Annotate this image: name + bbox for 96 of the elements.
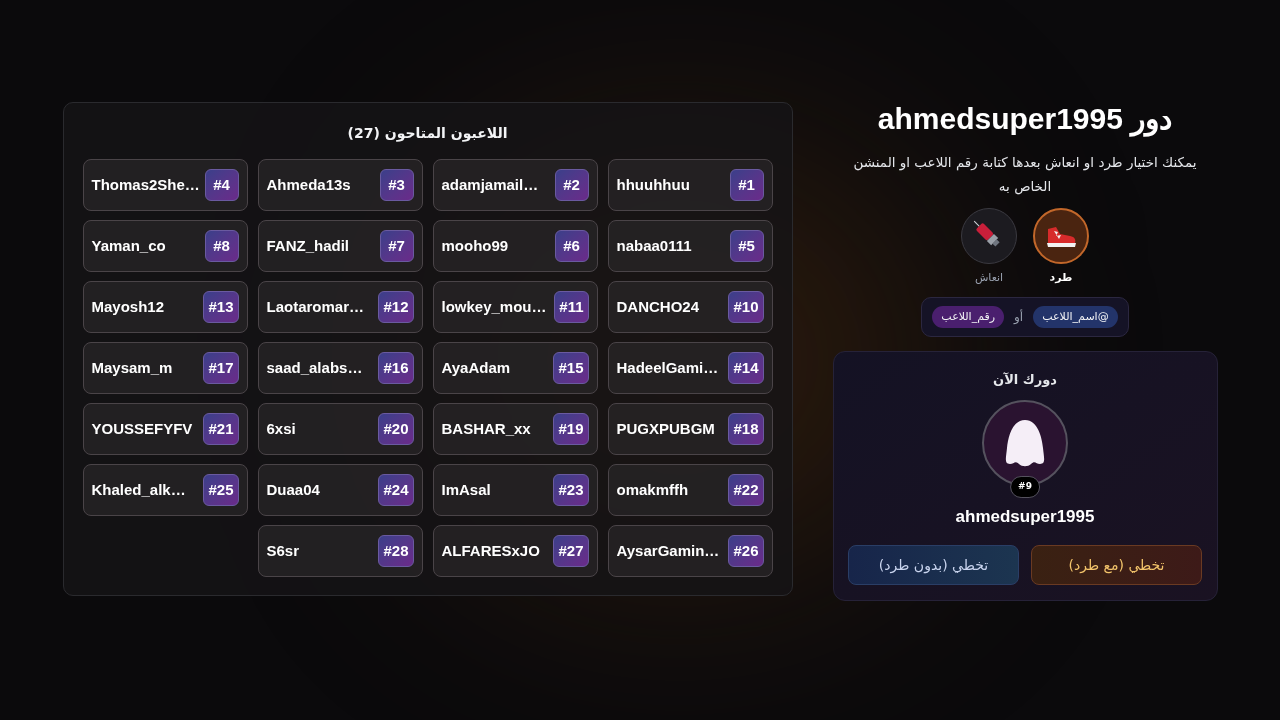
player-name: PUGXPUBGM — [616, 418, 715, 439]
player-card[interactable]: Mayosh12 #13 — [82, 281, 248, 333]
current-turn-heading: دورك الآن — [993, 371, 1057, 389]
player-number-badge: #11 — [554, 291, 589, 323]
player-card[interactable]: AysarGamin… #26 — [607, 525, 773, 577]
player-name: hhuuhhuu — [616, 174, 690, 195]
player-number-badge: #21 — [203, 413, 239, 445]
option-label: انعاش — [974, 270, 1004, 286]
player-card[interactable]: nabaa0111 #5 — [607, 220, 773, 272]
player-number-badge: #23 — [553, 474, 589, 506]
current-player-name: ahmedsuper1995 — [955, 505, 1095, 528]
player-card[interactable]: HadeelGami… #14 — [607, 342, 773, 394]
player-card[interactable]: ALFARESxJO #27 — [432, 525, 598, 577]
panel-title: اللاعبون المتاحون (27) — [347, 124, 508, 144]
player-card[interactable]: 6xsi #20 — [257, 403, 423, 455]
player-name: Mayosh12 — [91, 296, 165, 317]
player-number-badge: #6 — [554, 230, 589, 262]
player-name: ALFARESxJO — [441, 540, 540, 561]
player-card[interactable]: BASHAR_xx #19 — [432, 403, 598, 455]
player-card[interactable]: omakmffh #22 — [607, 464, 773, 516]
player-number-badge: #17 — [203, 352, 239, 384]
player-number-badge: #26 — [728, 535, 764, 567]
player-name: ImAsal — [441, 479, 491, 500]
player-number-badge: #28 — [378, 535, 414, 567]
mention-chip: @اسم_اللاعب — [1033, 305, 1118, 328]
player-card[interactable]: FANZ_hadil #7 — [257, 220, 423, 272]
player-number-badge: #9 — [1010, 476, 1040, 498]
player-name: omakmffh — [616, 479, 689, 500]
player-number-badge: #1 — [729, 169, 764, 201]
player-number-badge: #12 — [378, 291, 414, 323]
player-name: FANZ_hadil — [266, 235, 349, 256]
player-number-badge: #24 — [378, 474, 414, 506]
player-card[interactable]: DANCHO24 #10 — [607, 281, 773, 333]
separator-text: أو — [1014, 308, 1024, 326]
player-name: Maysam_m — [91, 357, 173, 378]
player-name: lowkey_mou… — [441, 296, 547, 317]
player-name: saad_alabs… — [266, 357, 363, 378]
player-name: DANCHO24 — [616, 296, 699, 317]
player-name: Laotaromar… — [266, 296, 365, 317]
player-card[interactable]: Thomas2She… #4 — [82, 159, 248, 211]
player-card[interactable]: Ahmeda13s #3 — [257, 159, 423, 211]
player-card[interactable]: Laotaromar… #12 — [257, 281, 423, 333]
player-number-badge: #19 — [553, 413, 589, 445]
player-name: Thomas2She… — [91, 174, 200, 195]
player-number-badge: #15 — [553, 352, 589, 384]
player-number-badge: #22 — [728, 474, 764, 506]
player-card[interactable]: Duaa04 #24 — [257, 464, 423, 516]
player-number-badge: #18 — [728, 413, 764, 445]
option-label: طرد — [1049, 270, 1073, 286]
player-card[interactable]: AyaAdam #15 — [432, 342, 598, 394]
player-number-badge: #3 — [379, 169, 414, 201]
player-card[interactable]: mooho99 #6 — [432, 220, 598, 272]
player-card[interactable]: YOUSSEFYFV #21 — [82, 403, 248, 455]
player-number-badge: #5 — [729, 230, 764, 262]
player-card[interactable]: adamjamail… #2 — [432, 159, 598, 211]
player-card[interactable]: S6sr #28 — [257, 525, 423, 577]
player-name: mooho99 — [441, 235, 509, 256]
player-number-badge: #4 — [204, 169, 239, 201]
player-name: Khaled_alk… — [91, 479, 186, 500]
revive-option[interactable] — [961, 208, 1017, 264]
player-card[interactable]: saad_alabs… #16 — [257, 342, 423, 394]
player-name: adamjamail… — [441, 174, 539, 195]
player-name: Yaman_co — [91, 235, 166, 256]
player-number-badge: #2 — [554, 169, 589, 201]
player-card[interactable]: Khaled_alk… #25 — [82, 464, 248, 516]
player-card[interactable]: ImAsal #23 — [432, 464, 598, 516]
player-number-badge: #8 — [204, 230, 239, 262]
player-card[interactable]: Maysam_m #17 — [82, 342, 248, 394]
kick-option[interactable] — [1033, 208, 1089, 264]
player-number-badge: #16 — [378, 352, 414, 384]
player-number-badge: #13 — [203, 291, 239, 323]
player-card[interactable]: Yaman_co #8 — [82, 220, 248, 272]
skip-with-kick-button[interactable]: تخطي (مع طرد) — [1031, 545, 1202, 585]
player-number-badge: #20 — [378, 413, 414, 445]
player-number-badge: #25 — [203, 474, 239, 506]
player-name: HadeelGami… — [616, 357, 719, 378]
player-name: 6xsi — [266, 418, 296, 439]
turn-title: دور ahmedsuper1995 — [877, 102, 1173, 136]
number-chip: رقم_اللاعب — [932, 305, 1005, 328]
player-name: BASHAR_xx — [441, 418, 531, 439]
player-number-badge: #7 — [379, 230, 414, 262]
player-name: Ahmeda13s — [266, 174, 351, 195]
player-card[interactable]: PUGXPUBGM #18 — [607, 403, 773, 455]
player-card[interactable]: lowkey_mou… #11 — [432, 281, 598, 333]
player-number-badge: #14 — [728, 352, 764, 384]
player-card[interactable]: hhuuhhuu #1 — [607, 159, 773, 211]
player-number-badge: #10 — [728, 291, 764, 323]
player-name: YOUSSEFYFV — [91, 418, 193, 439]
instructions-text: يمكنك اختيار طرد او انعاش بعدها كتابة رقم اللاعب او المنشن الخاص به — [852, 153, 1198, 197]
player-number-badge: #27 — [553, 535, 589, 567]
player-name: nabaa0111 — [616, 235, 692, 256]
player-name: S6sr — [266, 540, 300, 561]
player-name: AysarGamin… — [616, 540, 720, 561]
player-name: Duaa04 — [266, 479, 320, 500]
skip-button[interactable]: تخطي (بدون طرد) — [848, 545, 1019, 585]
player-name: AyaAdam — [441, 357, 511, 378]
